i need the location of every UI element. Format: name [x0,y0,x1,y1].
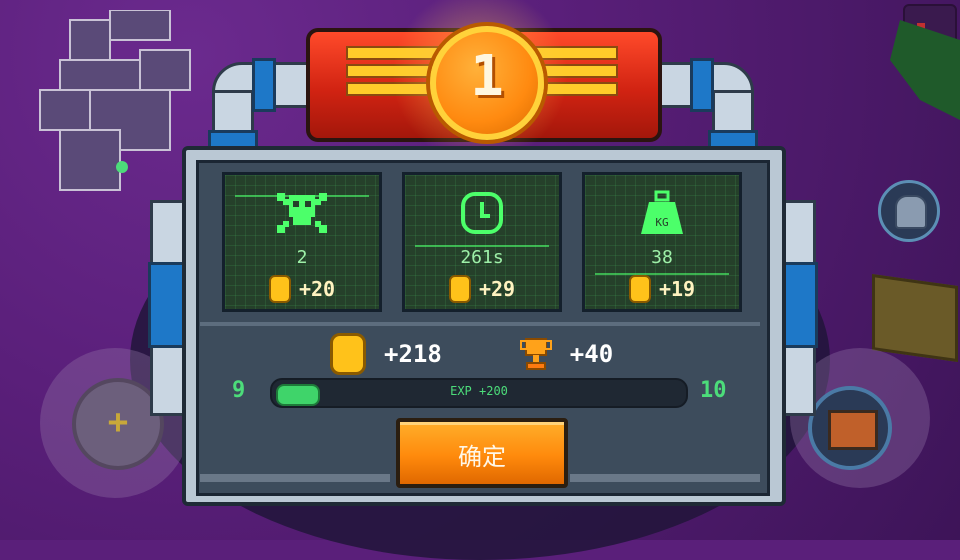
total-coins: +218 [384,340,442,368]
time-card: 261s +29 [402,172,562,312]
rank-number: 1 [470,44,504,109]
time-value: 261s [460,247,504,268]
pipe-cuff [690,58,714,112]
coin-icon [448,275,471,303]
totals-row: +218 +40 [330,333,650,375]
gun-icon [828,410,878,450]
panel-footer-bar [200,474,390,482]
exp-row: 9 EXP +200 10 [230,378,730,408]
weight-value: 38 [651,247,673,268]
fire-button[interactable] [808,386,892,470]
clock-icon [461,192,503,234]
coin-icon [628,275,651,303]
weight-card: KG 38 +19 [582,172,742,312]
weight-reward: +19 [658,277,696,301]
plus-icon: + [107,402,129,442]
panel-divider [200,322,760,326]
trophy-icon [519,338,552,370]
pipe-cuff [252,58,276,112]
current-level: 9 [232,378,246,403]
next-level: 10 [700,378,727,403]
armor-button[interactable] [878,180,940,242]
foliage-decoration [890,20,960,120]
scan-line [235,195,369,197]
coin-icon [330,333,366,375]
confirm-button[interactable]: 确定 [396,418,568,488]
weight-icon-label: KG [655,216,668,229]
kills-card: 2 +20 [222,172,382,312]
coin-icon [268,275,291,303]
skull-icon [277,193,327,233]
exp-label: EXP +200 [450,384,508,398]
exp-bar: EXP +200 [270,378,688,408]
helmet-icon [895,195,927,229]
treasure-chest [872,273,958,363]
weight-icon: KG [641,190,683,234]
kills-value: 2 [296,247,308,268]
panel-footer-bar [570,474,760,482]
time-reward: +29 [478,277,516,301]
kills-reward: +20 [298,277,336,301]
total-trophies: +40 [569,340,614,368]
confirm-label: 确定 [458,443,506,471]
rank-medal: 1 [430,26,544,140]
